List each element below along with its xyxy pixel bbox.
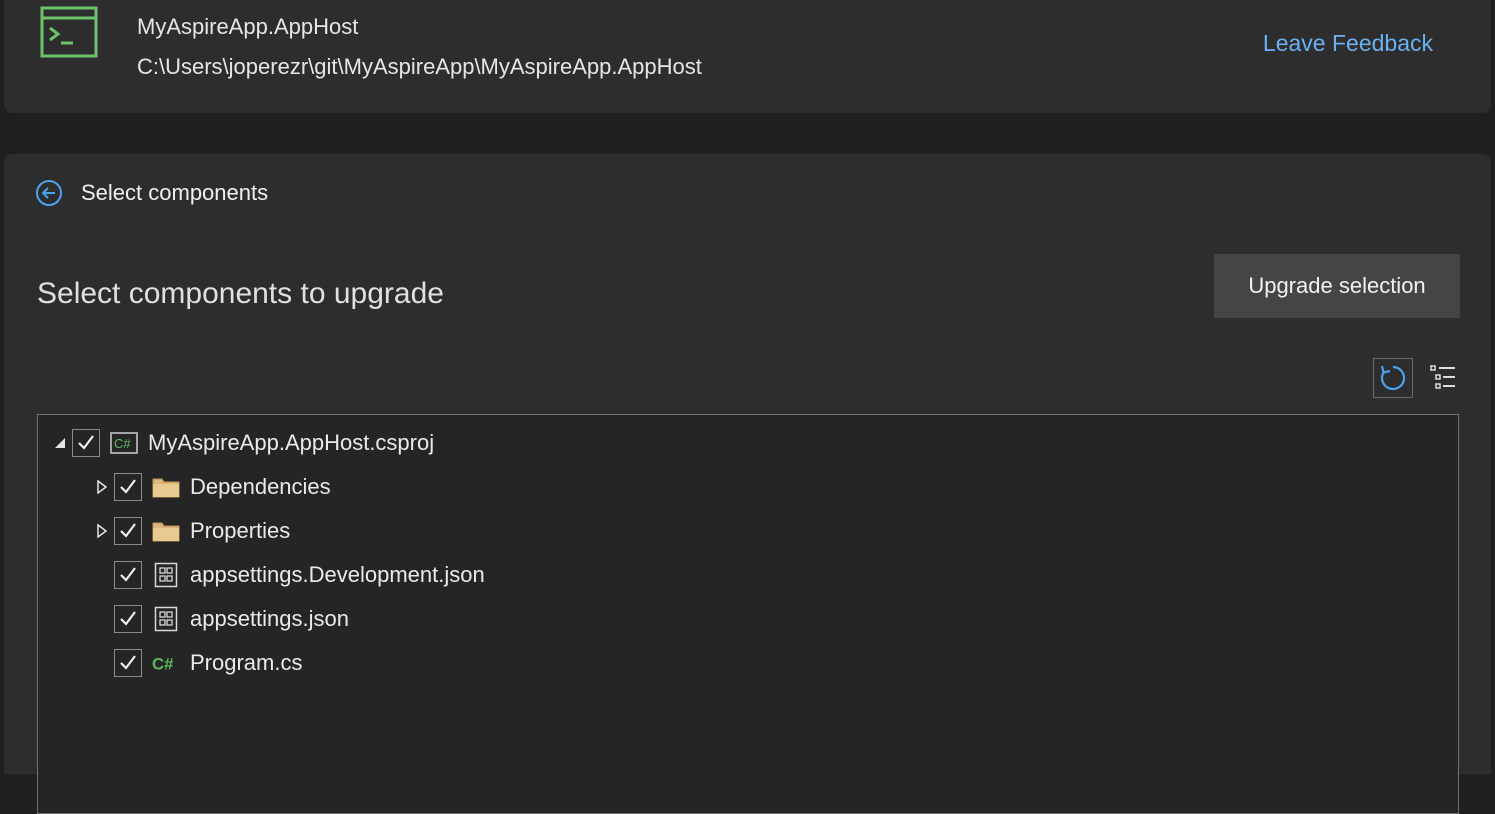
select-components-panel: Select components Select components to u… <box>4 154 1491 814</box>
refresh-icon <box>1380 365 1406 391</box>
leave-feedback-link[interactable]: Leave Feedback <box>1263 30 1433 57</box>
back-arrow-icon[interactable] <box>34 178 64 208</box>
step-title: Select components <box>81 180 269 205</box>
folder-icon <box>152 473 180 501</box>
tree-item-dependencies[interactable]: Dependencies <box>90 469 331 505</box>
collapsed-triangle-icon[interactable] <box>90 513 114 549</box>
collapsed-triangle-icon[interactable] <box>90 469 114 505</box>
folder-icon <box>152 517 180 545</box>
list-options-button[interactable] <box>1425 360 1461 396</box>
json-settings-icon <box>152 561 180 589</box>
refresh-button[interactable] <box>1373 358 1413 398</box>
svg-text:C#: C# <box>152 655 174 674</box>
tree-item-checkbox[interactable] <box>114 517 142 545</box>
project-path: C:\Users\joperezr\git\MyAspireApp\MyAspi… <box>137 54 702 79</box>
component-tree: C# MyAspireApp.AppHost.csproj Dependenci… <box>37 414 1459 814</box>
tree-item-properties[interactable]: Properties <box>90 513 290 549</box>
tree-item-label: Properties <box>190 518 291 543</box>
tree-item-program[interactable]: C# Program.cs <box>114 645 302 681</box>
tree-item-label: appsettings.Development.json <box>190 562 485 587</box>
list-filter-icon <box>1430 365 1455 389</box>
csharp-file-icon: C# <box>152 649 180 677</box>
tree-item-label: MyAspireApp.AppHost.csproj <box>148 430 435 455</box>
console-app-icon <box>40 6 98 58</box>
expanded-triangle-icon[interactable] <box>48 425 72 461</box>
tree-item-checkbox[interactable] <box>114 473 142 501</box>
tree-item-appsettings[interactable]: appsettings.json <box>114 601 349 637</box>
tree-item-checkbox[interactable] <box>114 561 142 589</box>
tree-item-project[interactable]: C# MyAspireApp.AppHost.csproj <box>48 425 434 461</box>
tree-item-label: Program.cs <box>190 650 303 675</box>
tree-item-appsettings-development[interactable]: appsettings.Development.json <box>114 557 485 593</box>
tree-item-checkbox[interactable] <box>114 649 142 677</box>
tree-item-checkbox[interactable] <box>72 429 100 457</box>
upgrade-selection-button[interactable]: Upgrade selection <box>1214 254 1460 318</box>
tree-item-label: Dependencies <box>190 474 331 499</box>
csharp-project-icon: C# <box>110 429 138 457</box>
project-name: MyAspireApp.AppHost <box>137 14 359 39</box>
tree-item-checkbox[interactable] <box>114 605 142 633</box>
project-header: MyAspireApp.AppHost C:\Users\joperezr\gi… <box>4 0 1491 113</box>
svg-text:C#: C# <box>114 436 131 451</box>
tree-item-label: appsettings.json <box>190 606 349 631</box>
page-heading: Select components to upgrade <box>37 277 444 310</box>
json-settings-icon <box>152 605 180 633</box>
